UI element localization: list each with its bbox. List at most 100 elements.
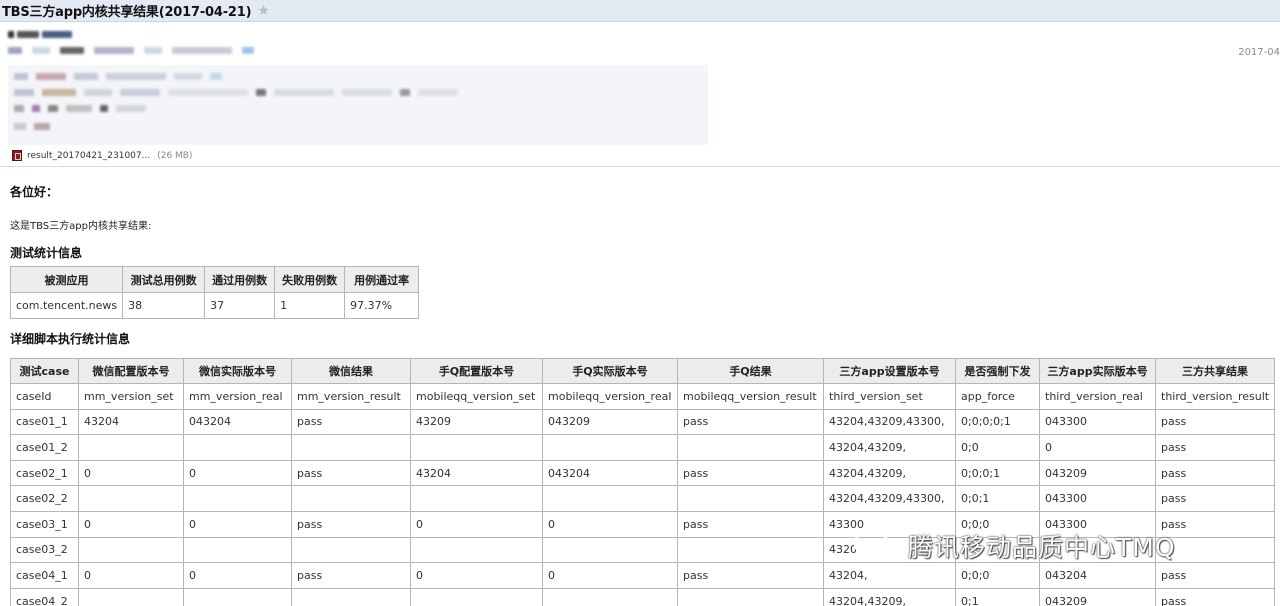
email-subject: TBS三方app内核共享结果(2017-04-21)	[2, 5, 252, 20]
table-cell: third_version_real	[1039, 383, 1156, 410]
table-cell: third_version_set	[823, 383, 956, 410]
table-cell	[291, 587, 411, 606]
detail-header-cell: 手Q配置版本号	[410, 358, 543, 384]
detail-header-cell: 手Q实际版本号	[542, 358, 678, 384]
table-cell	[291, 434, 411, 461]
archive-file-icon	[12, 150, 22, 161]
stats-header-row: 被测应用 测试总用例数 通过用例数 失败用例数 用例通过率	[9, 266, 420, 293]
table-cell: app_force	[955, 383, 1040, 410]
table-cell: 0	[410, 562, 543, 589]
table-cell: pass	[291, 562, 411, 589]
table-cell: mobileqq_version_real	[542, 383, 678, 410]
table-cell	[291, 536, 411, 564]
wechat-icon	[853, 528, 898, 562]
table-cell: 043209	[1039, 587, 1156, 606]
detail-header-cell: 三方共享结果	[1155, 358, 1275, 384]
table-cell: mm_version_result	[291, 383, 411, 410]
detail-header-cell: 测试case	[10, 358, 79, 384]
greeting: 各位好：	[10, 185, 59, 199]
table-cell	[410, 485, 543, 512]
recipients-redacted	[8, 65, 708, 145]
table-cell: 43204,43209,43300,	[823, 408, 956, 436]
table-cell: 043204	[1039, 562, 1156, 589]
table-cell	[542, 587, 678, 606]
table-cell: pass	[1155, 434, 1275, 461]
stats-header-cell: 测试总用例数	[122, 266, 206, 293]
table-cell	[542, 434, 678, 461]
table-cell: 0;0;0	[955, 562, 1040, 589]
email-date: 2017-04	[1238, 47, 1280, 58]
table-cell: pass	[291, 408, 411, 436]
stats-cell: 97.37%	[344, 292, 420, 319]
table-cell	[183, 485, 292, 512]
table-row: caseId mm_version_set mm_version_real mm_ve…	[10, 383, 1275, 410]
detail-header-cell: 是否强制下发	[955, 358, 1040, 384]
stats-header-cell: 被测应用	[9, 266, 124, 293]
table-row: case04_1 0 0 pass 0 0 pass 43204, 0;0;0 043204 pas…	[10, 562, 1275, 589]
table-cell: case02_1	[10, 459, 79, 487]
detail-header-cell: 三方app实际版本号	[1039, 358, 1156, 384]
table-cell	[78, 536, 184, 564]
table-cell: pass	[291, 510, 411, 538]
table-cell	[542, 485, 678, 512]
table-cell: case04_1	[10, 562, 79, 589]
attachment[interactable]: result_20170421_231007... (26 MB)	[12, 150, 193, 161]
table-cell: 43204,43209,	[823, 587, 956, 606]
stats-cell: 1	[274, 292, 346, 319]
table-row: case02_2 43204,43209,43300, 0;0;1 043300 pas…	[10, 485, 1275, 512]
table-cell: mm_version_set	[78, 383, 184, 410]
stats-header-cell: 通过用例数	[204, 266, 276, 293]
table-cell: case03_1	[10, 510, 79, 538]
table-cell: pass	[677, 510, 824, 538]
attachment-name[interactable]: result_20170421_231007...	[27, 151, 150, 161]
table-cell: case04_2	[10, 587, 79, 606]
table-cell: pass	[1155, 485, 1275, 512]
sender-address-redacted	[8, 47, 254, 54]
table-cell: 0	[183, 562, 292, 589]
star-icon[interactable]: ★	[257, 4, 270, 18]
table-cell: case02_2	[10, 485, 79, 512]
table-row: case01_1 43204 043204 pass 43209 043209 pass 43…	[10, 408, 1275, 436]
table-cell	[677, 536, 824, 564]
table-cell	[183, 536, 292, 564]
table-cell: pass	[1155, 587, 1275, 606]
table-cell: 0	[78, 510, 184, 538]
table-cell: 43204,43209,43300,	[823, 485, 956, 512]
table-cell: mobileqq_version_set	[410, 383, 543, 410]
stats-row: com.tencent.news 38 37 1 97.37%	[9, 292, 420, 319]
table-cell: 043209	[542, 408, 678, 436]
table-cell: 043209	[1039, 459, 1156, 487]
sender-redacted[interactable]	[8, 31, 72, 38]
table-cell: 43209	[410, 408, 543, 436]
table-cell: pass	[1155, 562, 1275, 589]
stats-table: 被测应用 测试总用例数 通过用例数 失败用例数 用例通过率 com.tencen…	[9, 266, 420, 319]
table-cell: 43204,43209,	[823, 434, 956, 461]
table-cell	[78, 485, 184, 512]
table-cell: 43204	[410, 459, 543, 487]
table-row: case01_2 43204,43209, 0;0 0 pass	[10, 434, 1275, 461]
table-cell: case01_1	[10, 408, 79, 436]
details-heading: 详细脚本执行统计信息	[10, 332, 131, 346]
detail-header-cell: 微信配置版本号	[78, 358, 184, 384]
stats-header-cell: 用例通过率	[344, 266, 420, 293]
table-cell: 43204,43209,	[823, 459, 956, 487]
table-cell: pass	[1155, 459, 1275, 487]
table-row: case04_2 43204,43209, 0;1 043209 pass	[10, 587, 1275, 606]
table-cell: 0	[542, 562, 678, 589]
detail-header-row: 测试case 微信配置版本号 微信实际版本号 微信结果 手Q配置版本号 手Q实际版本号 手Q…	[10, 358, 1275, 384]
table-cell: 043300	[1039, 408, 1156, 436]
table-cell: caseId	[10, 383, 79, 410]
watermark: 腾讯移动品质中心TMQ	[852, 526, 1176, 566]
table-cell: 0	[410, 510, 543, 538]
table-cell: third_version_result	[1155, 383, 1275, 410]
table-row: case02_1 0 0 pass 43204 043204 pass 43204,43209…	[10, 459, 1275, 487]
table-cell	[183, 434, 292, 461]
table-cell: 0	[78, 459, 184, 487]
table-cell: 0;0	[955, 434, 1040, 461]
email-body: 各位好： 这是TBS三方app内核共享结果: 测试统计信息 详细脚本执行统计信息	[10, 183, 1275, 346]
stats-heading: 测试统计信息	[10, 246, 83, 260]
watermark-text: 腾讯移动品质中心TMQ	[908, 533, 1176, 562]
table-cell: 0	[78, 562, 184, 589]
detail-header-cell: 手Q结果	[677, 358, 824, 384]
table-cell: case01_2	[10, 434, 79, 461]
